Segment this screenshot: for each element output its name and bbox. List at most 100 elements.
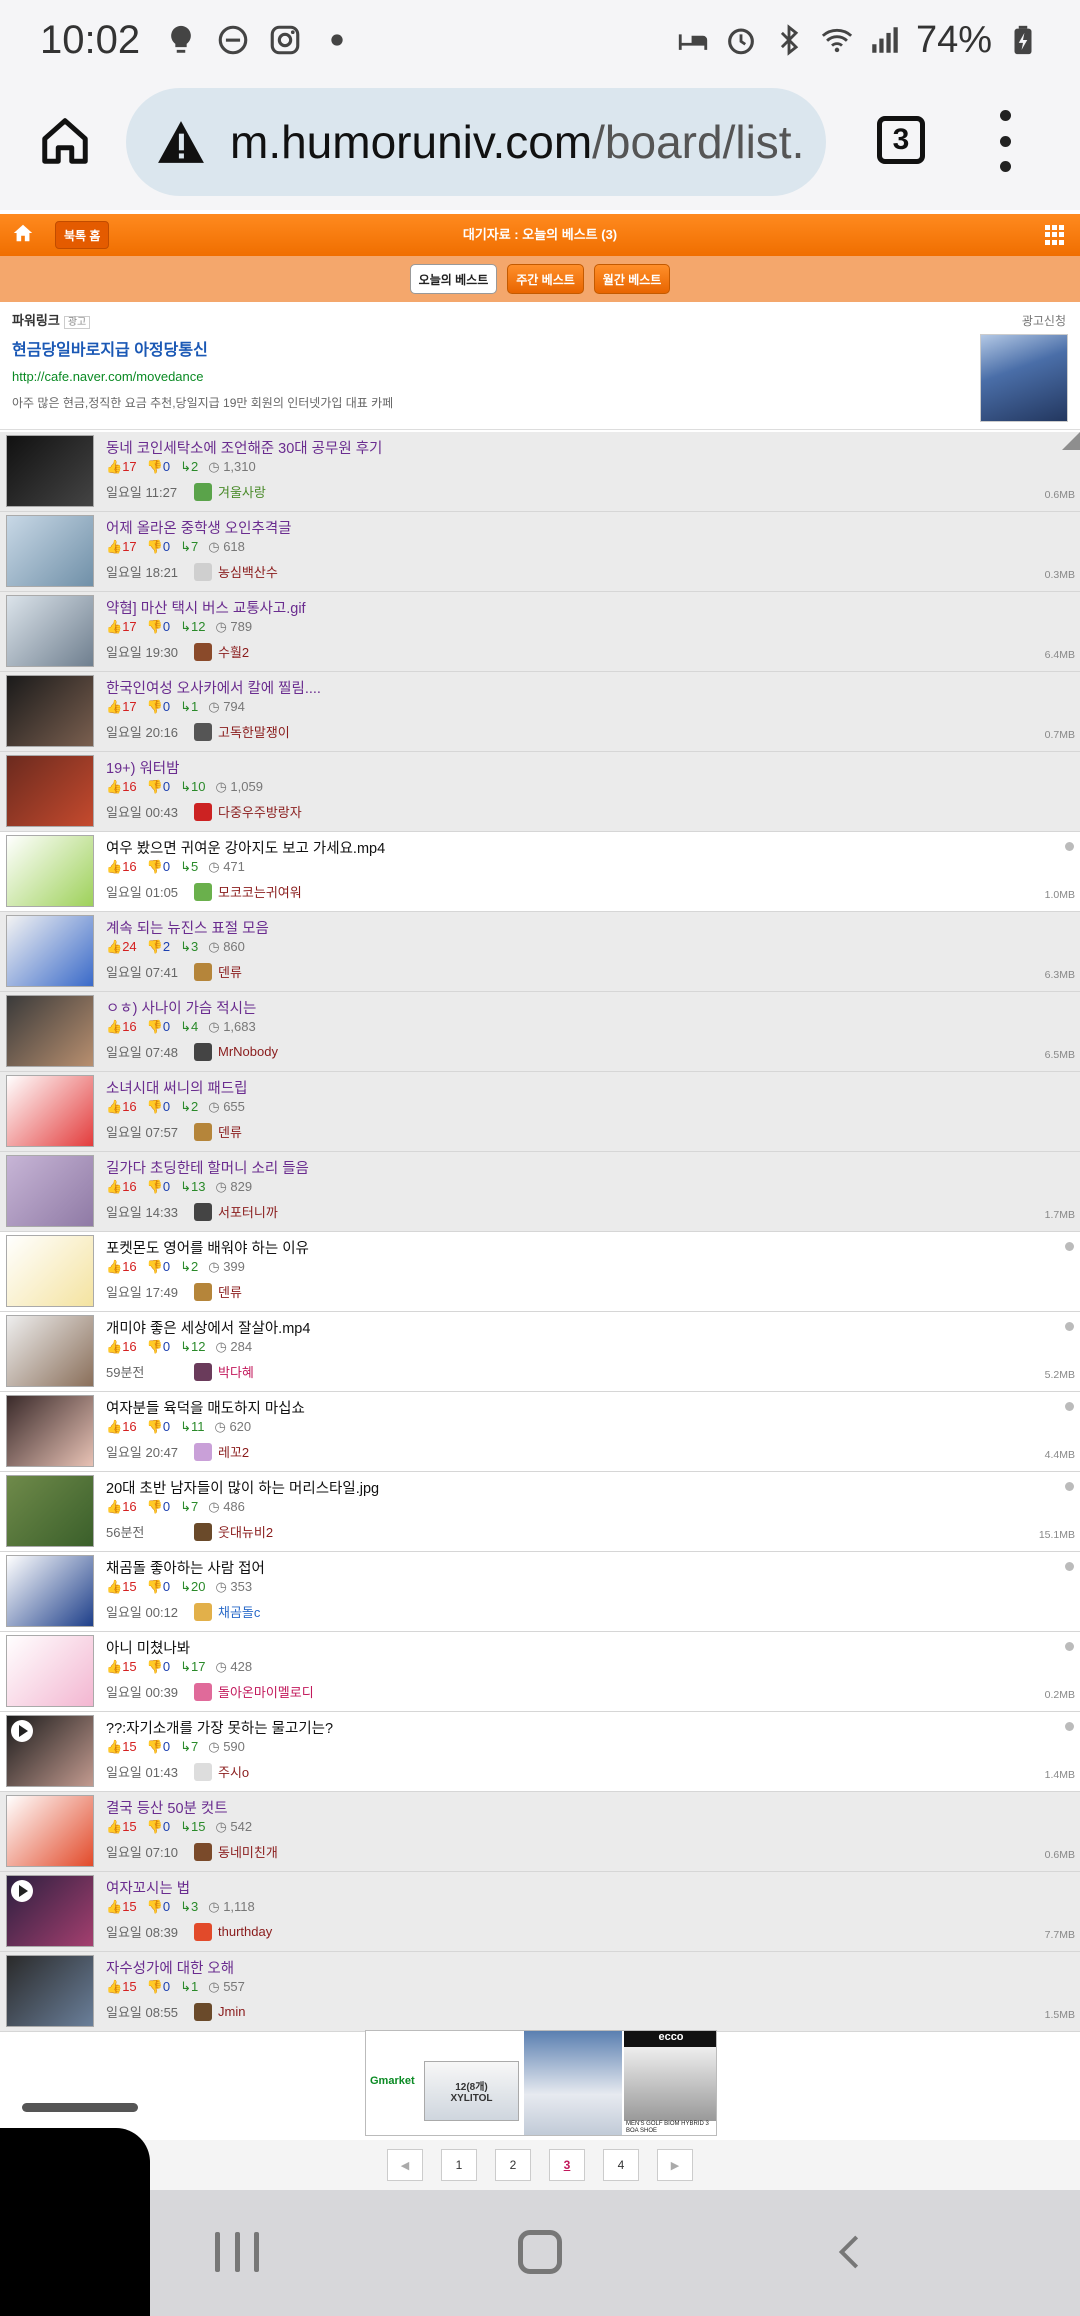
post-title[interactable]: ??:자기소개를 가장 못하는 물고기는? — [106, 1717, 333, 1738]
author-nickname[interactable]: 서포터니까 — [218, 1202, 278, 1221]
post-row[interactable]: 한국인여성 오사카에서 칼에 찔림.... 👍17 👎0 ↳1 ◷ 794 일요… — [0, 672, 1080, 752]
url-text[interactable]: m.humoruniv.com/board/list. — [230, 115, 804, 169]
page-3-button[interactable]: 3 — [549, 2149, 585, 2181]
post-title[interactable]: 아니 미쳤나봐 — [106, 1637, 190, 1658]
post-row[interactable]: 길가다 초딩한테 할머니 소리 들음 👍16 👎0 ↳13 ◷ 829 일요일 … — [0, 1152, 1080, 1232]
post-row[interactable]: 여우 봤으면 귀여운 강아지도 보고 가세요.mp4 👍16 👎0 ↳5 ◷ 4… — [0, 832, 1080, 912]
post-thumbnail[interactable] — [6, 1635, 94, 1707]
post-row[interactable]: 계속 되는 뉴진스 표절 모음 👍24 👎2 ↳3 ◷ 860 일요일 07:4… — [0, 912, 1080, 992]
post-title[interactable]: 소녀시대 써니의 패드립 — [106, 1077, 247, 1098]
author-nickname[interactable]: 덴류 — [218, 1282, 242, 1301]
author-nickname[interactable]: 농심백산수 — [218, 562, 278, 581]
post-title[interactable]: 채곰돌 좋아하는 사람 접어 — [106, 1557, 265, 1578]
post-title[interactable]: 20대 초반 남자들이 많이 하는 머리스타일.jpg — [106, 1477, 379, 1498]
post-thumbnail[interactable] — [6, 675, 94, 747]
tab-switcher-button[interactable]: 3 — [877, 116, 925, 164]
post-thumbnail[interactable] — [6, 595, 94, 667]
post-title[interactable]: 여자분들 육덕을 매도하지 마십쇼 — [106, 1397, 305, 1418]
post-thumbnail[interactable] — [6, 1235, 94, 1307]
home-icon[interactable] — [38, 114, 92, 168]
author-nickname[interactable]: MrNobody — [218, 1044, 278, 1059]
page-4-button[interactable]: 4 — [603, 2149, 639, 2181]
ad-image[interactable] — [980, 334, 1068, 422]
post-row[interactable]: 포켓몬도 영어를 배워야 하는 이유 👍16 👎0 ↳2 ◷ 399 일요일 1… — [0, 1232, 1080, 1312]
post-thumbnail[interactable] — [6, 835, 94, 907]
url-bar[interactable]: m.humoruniv.com/board/list. — [126, 88, 826, 196]
post-row[interactable]: 여자분들 육덕을 매도하지 마십쇼 👍16 👎0 ↳11 ◷ 620 일요일 2… — [0, 1392, 1080, 1472]
bookmark-home-button[interactable]: 북톡 홈 — [55, 221, 110, 249]
post-title[interactable]: 19+) 워터밤 — [106, 757, 179, 778]
post-title[interactable]: 어제 올라온 중학생 오인추격글 — [106, 517, 292, 538]
author-nickname[interactable]: 동네미친개 — [218, 1842, 278, 1861]
post-row[interactable]: ??:자기소개를 가장 못하는 물고기는? 👍15 👎0 ↳7 ◷ 590 일요… — [0, 1712, 1080, 1792]
ad-apply-link[interactable]: 광고신청 — [1022, 312, 1066, 329]
post-row[interactable]: 개미야 좋은 세상에서 잘살아.mp4 👍16 👎0 ↳12 ◷ 284 59분… — [0, 1312, 1080, 1392]
post-thumbnail[interactable] — [6, 1555, 94, 1627]
post-title[interactable]: 자수성가에 대한 오해 — [106, 1957, 234, 1978]
post-row[interactable]: 자수성가에 대한 오해 👍15 👎0 ↳1 ◷ 557 일요일 08:55 Jm… — [0, 1952, 1080, 2032]
author-nickname[interactable]: 박다혜 — [218, 1362, 254, 1381]
post-thumbnail[interactable] — [6, 755, 94, 827]
floating-panel[interactable] — [0, 2128, 150, 2316]
author-nickname[interactable]: 레꼬2 — [218, 1442, 249, 1461]
back-icon[interactable] — [830, 2232, 870, 2272]
post-thumbnail[interactable] — [6, 1395, 94, 1467]
author-nickname[interactable]: 주시o — [218, 1762, 249, 1781]
tab-weekly-best[interactable]: 주간 베스트 — [507, 264, 584, 294]
post-thumbnail[interactable] — [6, 1795, 94, 1867]
post-thumbnail[interactable] — [6, 1075, 94, 1147]
floating-panel-handle[interactable] — [22, 2103, 138, 2112]
page-1-button[interactable]: 1 — [441, 2149, 477, 2181]
post-title[interactable]: 여우 봤으면 귀여운 강아지도 보고 가세요.mp4 — [106, 837, 385, 858]
post-thumbnail[interactable] — [6, 1475, 94, 1547]
next-page-button[interactable]: ▶ — [657, 2149, 693, 2181]
post-thumbnail[interactable] — [6, 1155, 94, 1227]
post-row[interactable]: 어제 올라온 중학생 오인추격글 👍17 👎0 ↳7 ◷ 618 일요일 18:… — [0, 512, 1080, 592]
post-thumbnail[interactable] — [6, 995, 94, 1067]
ad-title[interactable]: 현금당일바로지급 아정당통신 — [12, 336, 208, 360]
post-title[interactable]: ㅇㅎ) 사나이 가슴 적시는 — [106, 997, 256, 1018]
author-nickname[interactable]: 덴류 — [218, 1122, 242, 1141]
author-nickname[interactable]: 모코코는귀여워 — [218, 882, 302, 901]
post-title[interactable]: 개미야 좋은 세상에서 잘살아.mp4 — [106, 1317, 310, 1338]
more-menu-icon[interactable] — [995, 110, 1015, 172]
post-row[interactable]: 소녀시대 써니의 패드립 👍16 👎0 ↳2 ◷ 655 일요일 07:57 덴… — [0, 1072, 1080, 1152]
post-title[interactable]: 포켓몬도 영어를 배워야 하는 이유 — [106, 1237, 309, 1258]
post-title[interactable]: 길가다 초딩한테 할머니 소리 들음 — [106, 1157, 309, 1178]
post-row[interactable]: 약혐] 마산 택시 버스 교통사고.gif 👍17 👎0 ↳12 ◷ 789 일… — [0, 592, 1080, 672]
post-title[interactable]: 여자꼬시는 법 — [106, 1877, 190, 1898]
site-home-icon[interactable] — [12, 222, 34, 244]
warning-icon[interactable] — [156, 119, 206, 165]
author-nickname[interactable]: 고독한말쟁이 — [218, 722, 290, 741]
post-row[interactable]: 아니 미쳤나봐 👍15 👎0 ↳17 ◷ 428 일요일 00:39 돌아온마이… — [0, 1632, 1080, 1712]
post-thumbnail[interactable] — [6, 915, 94, 987]
post-row[interactable]: 동네 코인세탁소에 조언해준 30대 공무원 후기 👍17 👎0 ↳2 ◷ 1,… — [0, 432, 1080, 512]
recent-apps-icon[interactable] — [215, 2232, 259, 2272]
post-title[interactable]: 결국 등산 50분 컷트 — [106, 1797, 228, 1818]
post-row[interactable]: 결국 등산 50분 컷트 👍15 👎0 ↳15 ◷ 542 일요일 07:10 … — [0, 1792, 1080, 1872]
post-row[interactable]: 여자꼬시는 법 👍15 👎0 ↳3 ◷ 1,118 일요일 08:39 thur… — [0, 1872, 1080, 1952]
banner-ad[interactable]: Gmarket 12(8개) XYLITOL ecco MEN'S GOLF BI… — [365, 2030, 717, 2136]
author-nickname[interactable]: 덴류 — [218, 962, 242, 981]
author-nickname[interactable]: 다중우주방랑자 — [218, 802, 302, 821]
post-thumbnail[interactable] — [6, 1315, 94, 1387]
author-nickname[interactable]: 돌아온마이멜로디 — [218, 1682, 314, 1701]
author-nickname[interactable]: 겨울사랑 — [218, 482, 266, 501]
post-row[interactable]: ㅇㅎ) 사나이 가슴 적시는 👍16 👎0 ↳4 ◷ 1,683 일요일 07:… — [0, 992, 1080, 1072]
post-thumbnail[interactable] — [6, 515, 94, 587]
author-nickname[interactable]: 채곰돌c — [218, 1602, 260, 1621]
author-nickname[interactable]: 수훨2 — [218, 642, 249, 661]
post-row[interactable]: 19+) 워터밤 👍16 👎0 ↳10 ◷ 1,059 일요일 00:43 다중… — [0, 752, 1080, 832]
author-nickname[interactable]: Jmin — [218, 2004, 245, 2019]
author-nickname[interactable]: thurthday — [218, 1924, 272, 1939]
post-thumbnail[interactable] — [6, 1955, 94, 2027]
author-nickname[interactable]: 웃대뉴비2 — [218, 1522, 273, 1541]
page-2-button[interactable]: 2 — [495, 2149, 531, 2181]
powerlink-ad[interactable]: 파워링크 광고 광고신청 현금당일바로지급 아정당통신 http://cafe.n… — [0, 302, 1080, 430]
post-title[interactable]: 한국인여성 오사카에서 칼에 찔림.... — [106, 677, 321, 698]
post-row[interactable]: 20대 초반 남자들이 많이 하는 머리스타일.jpg 👍16 👎0 ↳7 ◷ … — [0, 1472, 1080, 1552]
post-thumbnail[interactable] — [6, 1715, 94, 1787]
post-title[interactable]: 계속 되는 뉴진스 표절 모음 — [106, 917, 269, 938]
post-thumbnail[interactable] — [6, 435, 94, 507]
post-title[interactable]: 동네 코인세탁소에 조언해준 30대 공무원 후기 — [106, 437, 382, 458]
